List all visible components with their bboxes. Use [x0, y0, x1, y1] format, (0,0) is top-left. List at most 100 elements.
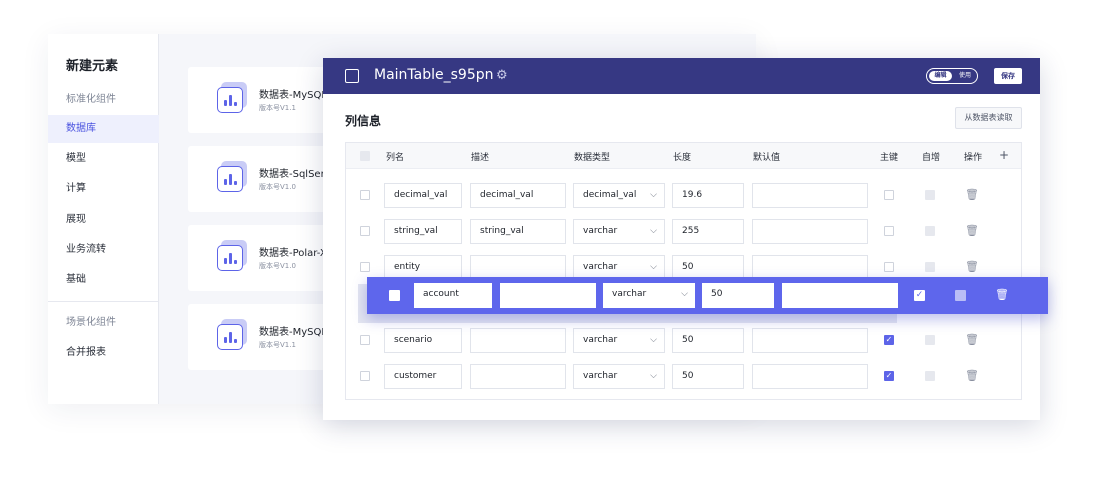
column-name-input[interactable]: string_val — [384, 219, 462, 244]
chevron-down-icon: ⌵ — [650, 262, 657, 272]
data-type-select[interactable]: decimal_val ⌵ — [573, 183, 665, 208]
mode-toggle[interactable]: 编辑 使用 — [926, 68, 978, 84]
default-value-input[interactable] — [782, 283, 898, 308]
side-menu-title: 新建元素 — [66, 59, 119, 74]
data-type-select[interactable]: varchar ⌵ — [573, 328, 665, 353]
gear-icon[interactable]: ⚙ — [496, 68, 508, 84]
column-desc-input[interactable]: string_val — [470, 219, 566, 244]
length-input[interactable]: 50 — [672, 364, 744, 389]
primary-key-checkbox[interactable]: ✓ — [884, 335, 894, 345]
default-value-input[interactable] — [752, 328, 868, 353]
mode-edit-option[interactable]: 编辑 — [929, 71, 952, 81]
row-checkbox[interactable] — [360, 335, 370, 345]
column-name-input[interactable]: scenario — [384, 328, 462, 353]
column-name-input[interactable]: customer — [384, 364, 462, 389]
auto-increment-checkbox[interactable] — [925, 335, 935, 345]
column-name-input[interactable]: decimal_val — [384, 183, 462, 208]
card-title: 数据表-MySQL — [259, 327, 327, 338]
col-header-default: 默认值 — [753, 153, 781, 163]
chart-icon — [217, 82, 247, 115]
card-title: 数据表-Polar-X — [259, 248, 327, 259]
length-input[interactable]: 50 — [672, 328, 744, 353]
menu-item-merged-report[interactable]: 合并报表 — [48, 339, 159, 367]
chevron-down-icon: ⌵ — [650, 371, 657, 381]
table-row: customer varchar ⌵ 50 ✓ 🗑 — [346, 360, 1021, 396]
auto-increment-checkbox[interactable] — [925, 190, 935, 200]
table-header: 列名 描述 数据类型 长度 默认值 主键 自增 操作 + — [346, 143, 1021, 169]
dragged-row[interactable]: account varchar ⌵ 50 ✓ 🗑 — [367, 277, 1048, 314]
row-checkbox[interactable] — [360, 262, 370, 272]
card-version: 版本号V1.1 — [259, 341, 296, 349]
col-header-ops: 操作 — [964, 153, 983, 163]
primary-key-checkbox[interactable] — [884, 226, 894, 236]
primary-key-checkbox[interactable] — [884, 190, 894, 200]
menu-item-workflow[interactable]: 业务流转 — [48, 236, 159, 264]
primary-key-checkbox[interactable] — [884, 262, 894, 272]
column-desc-input[interactable] — [470, 364, 566, 389]
read-from-table-button[interactable]: 从数据表读取 — [955, 107, 1022, 129]
columns-table: 列名 描述 数据类型 长度 默认值 主键 自增 操作 + decimal_val… — [345, 142, 1022, 400]
col-header-name: 列名 — [386, 153, 405, 163]
menu-group-standard: 标准化组件 — [66, 94, 116, 105]
auto-increment-checkbox[interactable] — [955, 290, 966, 301]
side-menu: 新建元素 标准化组件 数据库 模型 计算 展现 业务流转 基础 场景化组件 合并… — [48, 34, 159, 404]
save-button[interactable]: 保存 — [994, 68, 1022, 84]
col-header-pk: 主键 — [880, 153, 899, 163]
row-checkbox[interactable] — [360, 371, 370, 381]
menu-item-database[interactable]: 数据库 — [48, 115, 159, 143]
length-input[interactable]: 19.6 — [672, 183, 744, 208]
card-title: 数据表-MySQL — [259, 90, 327, 101]
column-desc-input[interactable]: decimal_val — [470, 183, 566, 208]
column-desc-input[interactable] — [500, 283, 596, 308]
section-title: 列信息 — [345, 114, 382, 128]
trash-icon[interactable]: 🗑 — [995, 289, 1009, 301]
card-version: 版本号V1.0 — [259, 183, 296, 191]
trash-icon[interactable]: 🗑 — [965, 189, 979, 201]
table-row: string_val string_val varchar ⌵ 255 🗑 — [346, 215, 1021, 251]
row-checkbox[interactable] — [360, 190, 370, 200]
column-desc-input[interactable] — [470, 328, 566, 353]
primary-key-checkbox[interactable]: ✓ — [914, 290, 925, 301]
trash-icon[interactable]: 🗑 — [965, 261, 979, 273]
chart-icon — [217, 161, 247, 194]
default-value-input[interactable] — [752, 219, 868, 244]
auto-increment-checkbox[interactable] — [925, 262, 935, 272]
menu-item-display[interactable]: 展现 — [48, 206, 159, 234]
menu-item-basic[interactable]: 基础 — [48, 266, 159, 294]
data-type-select[interactable]: varchar ⌵ — [573, 219, 665, 244]
header-checkbox[interactable] — [360, 151, 370, 161]
data-type-value: varchar — [583, 262, 618, 272]
primary-key-checkbox[interactable]: ✓ — [884, 371, 894, 381]
chevron-down-icon: ⌵ — [650, 335, 657, 345]
card-title: 数据表-SqlServ — [259, 169, 331, 180]
editor-header: MainTable_s95pn ⚙ 编辑 使用 保存 — [323, 58, 1040, 94]
row-checkbox[interactable] — [360, 226, 370, 236]
col-header-desc: 描述 — [471, 153, 490, 163]
data-type-select[interactable]: varchar ⌵ — [573, 364, 665, 389]
table-row: decimal_val decimal_val decimal_val ⌵ 19.… — [346, 179, 1021, 215]
auto-increment-checkbox[interactable] — [925, 371, 935, 381]
length-input[interactable]: 50 — [702, 283, 774, 308]
data-type-value: varchar — [583, 226, 618, 236]
data-type-value: varchar — [612, 289, 647, 299]
chevron-down-icon: ⌵ — [681, 289, 688, 299]
length-input[interactable]: 255 — [672, 219, 744, 244]
default-value-input[interactable] — [752, 364, 868, 389]
menu-item-model[interactable]: 模型 — [48, 145, 159, 173]
col-header-type: 数据类型 — [574, 153, 611, 163]
trash-icon[interactable]: 🗑 — [965, 225, 979, 237]
menu-item-compute[interactable]: 计算 — [48, 175, 159, 203]
row-checkbox[interactable] — [389, 290, 400, 301]
menu-group-scenario: 场景化组件 — [66, 317, 116, 328]
trash-icon[interactable]: 🗑 — [965, 370, 979, 382]
select-all-checkbox[interactable] — [345, 69, 359, 83]
menu-divider — [48, 301, 159, 302]
data-type-select[interactable]: varchar ⌵ — [603, 283, 695, 308]
data-type-value: decimal_val — [583, 190, 637, 200]
default-value-input[interactable] — [752, 183, 868, 208]
trash-icon[interactable]: 🗑 — [965, 334, 979, 346]
mode-use-option[interactable]: 使用 — [955, 71, 975, 81]
add-column-button[interactable]: + — [999, 148, 1009, 162]
column-name-input[interactable]: account — [414, 283, 492, 308]
auto-increment-checkbox[interactable] — [925, 226, 935, 236]
